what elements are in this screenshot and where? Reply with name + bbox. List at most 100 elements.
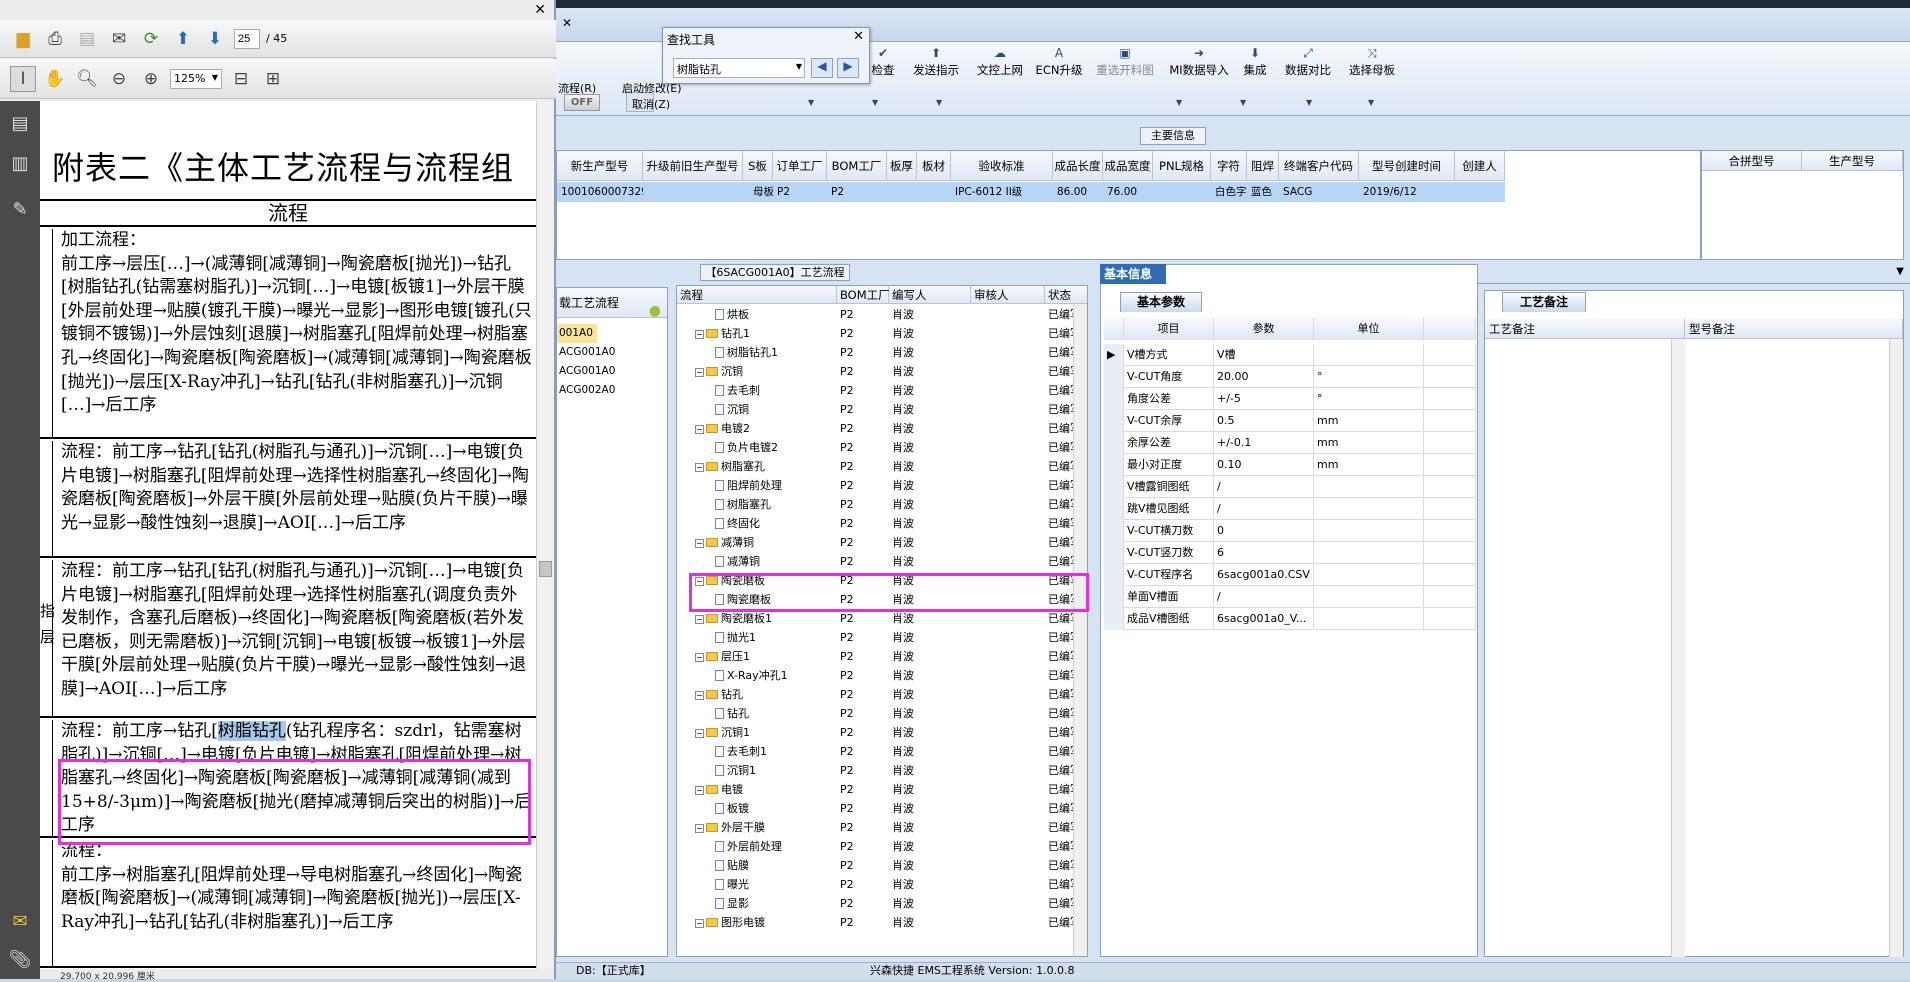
column-header[interactable]: 生产型号 [1802, 151, 1903, 171]
tree-folder[interactable]: − 图形电镀 [695, 913, 765, 932]
grid-cell[interactable]: IPC-6012 II级 [951, 182, 1053, 202]
column-header[interactable]: 工艺备注 [1485, 319, 1685, 339]
collapse-icon[interactable]: − [695, 691, 704, 700]
params-cell[interactable] [1424, 564, 1476, 586]
params-row[interactable]: V-CUT横刀数 0 [1104, 520, 1476, 542]
params-cell[interactable] [1104, 366, 1124, 388]
zoom-in-icon[interactable]: ⊕ [138, 66, 164, 92]
grid-cell[interactable] [1153, 182, 1211, 202]
chevron-down-icon[interactable]: ▼ [872, 98, 878, 107]
params-cell[interactable]: ° [1314, 366, 1424, 388]
list-item[interactable]: ACG001A0 [557, 362, 667, 381]
params-cell[interactable] [1314, 586, 1424, 608]
tree-folder[interactable]: − 减薄铜 [695, 533, 754, 552]
zoom-tool-icon[interactable]: 🔍︎ [74, 66, 100, 92]
params-cell[interactable]: ▶ [1104, 344, 1124, 366]
tree-item[interactable]: 沉铜1 [715, 761, 756, 780]
column-header[interactable]: 验收标准 [951, 151, 1053, 181]
params-cell[interactable]: 余厚公差 [1124, 432, 1214, 454]
params-cell[interactable] [1104, 608, 1124, 630]
collapse-icon[interactable]: − [695, 919, 704, 928]
params-row[interactable]: 跳V槽见图纸 / [1104, 498, 1476, 520]
find-next-button[interactable]: ▶ [837, 58, 859, 78]
params-cell[interactable] [1424, 388, 1476, 410]
flow-button[interactable]: 流程(R) [558, 80, 596, 96]
params-cell[interactable] [1424, 498, 1476, 520]
column-header[interactable]: 新生产型号 [557, 151, 643, 181]
tree-item[interactable]: 沉铜 [715, 400, 749, 419]
tree-row[interactable]: 沉铜1 P2 肖波 已编写 [677, 761, 1077, 780]
collapse-icon[interactable]: − [695, 368, 704, 377]
column-header[interactable]: 状态 [1045, 286, 1087, 304]
tree-row[interactable]: 贴膜 P2 肖波 已编写 [677, 856, 1077, 875]
params-cell[interactable]: V-CUT横刀数 [1124, 520, 1214, 542]
params-cell[interactable]: 单面V槽面 [1124, 586, 1214, 608]
share-icon[interactable]: ⟳ [138, 26, 164, 52]
tree-row[interactable]: 终固化 P2 肖波 已编写 [677, 514, 1077, 533]
tree-item[interactable]: 减薄铜 [715, 552, 760, 571]
params-cell[interactable]: V-CUT竖刀数 [1124, 542, 1214, 564]
page-down-icon[interactable]: ⬇ [202, 26, 228, 52]
params-cell[interactable] [1424, 366, 1476, 388]
tree-scrollbar[interactable] [1073, 304, 1087, 956]
column-header[interactable]: 参数 [1214, 318, 1314, 340]
tree-item[interactable]: 贴膜 [715, 856, 749, 875]
grid-cell[interactable] [643, 182, 743, 202]
tree-item[interactable]: 显影 [715, 894, 749, 913]
integrate-button[interactable]: ⬇ 集成 [1240, 46, 1270, 86]
tree-row[interactable]: − 树脂塞孔 P2 肖波 已编写 [677, 457, 1077, 476]
chevron-down-icon[interactable]: ▼ [1306, 98, 1312, 107]
params-cell[interactable] [1314, 476, 1424, 498]
params-cell[interactable]: V-CUT程序名 [1124, 564, 1214, 586]
params-cell[interactable] [1424, 476, 1476, 498]
params-cell[interactable]: V-CUT角度 [1124, 366, 1214, 388]
bookmarks-icon[interactable]: ▥ [6, 153, 34, 179]
tree-item[interactable]: X-Ray冲孔1 [715, 666, 788, 685]
column-header[interactable]: 编写人 [889, 286, 971, 304]
params-row[interactable]: 成品V槽图纸 6sacg001a0_V... [1104, 608, 1476, 630]
column-header[interactable]: 升级前旧生产型号 [643, 151, 743, 181]
zoom-out-icon[interactable]: ⊖ [106, 66, 132, 92]
params-cell[interactable]: 6 [1214, 542, 1314, 564]
column-header[interactable]: S板 [743, 151, 773, 181]
params-cell[interactable]: mm [1314, 454, 1424, 476]
column-header[interactable]: 成品长度 [1053, 151, 1103, 181]
text-select-icon[interactable]: I [10, 65, 36, 92]
params-cell[interactable]: 跳V槽见图纸 [1124, 498, 1214, 520]
grid-cell[interactable]: 母板 [743, 182, 773, 202]
params-cell[interactable] [1424, 344, 1476, 366]
find-input[interactable]: 树脂钻孔 ▼ [673, 58, 805, 78]
column-header[interactable]: 创建人 [1455, 151, 1505, 181]
chevron-down-icon[interactable]: ▼ [1896, 266, 1904, 277]
tree-folder[interactable]: − 沉铜1 [695, 723, 750, 742]
params-cell[interactable] [1104, 388, 1124, 410]
params-cell[interactable]: V槽 [1214, 344, 1314, 366]
tree-folder[interactable]: − 钻孔1 [695, 324, 750, 343]
tree-row[interactable]: − 层压1 P2 肖波 已编写 [677, 647, 1077, 666]
params-cell[interactable] [1424, 410, 1476, 432]
tab-basic-params[interactable]: 基本参数 [1120, 292, 1202, 312]
tree-item[interactable]: 树脂塞孔 [715, 495, 771, 514]
list-item[interactable]: 001A0 [557, 324, 597, 343]
collapse-icon[interactable]: − [695, 539, 704, 548]
tree-row[interactable]: − 外层干膜 P2 肖波 已编写 [677, 818, 1077, 837]
tree-row[interactable]: 板镀 P2 肖波 已编写 [677, 799, 1077, 818]
collapse-icon[interactable]: − [695, 653, 704, 662]
fit-width-icon[interactable]: ⊞ [260, 66, 286, 92]
column-header[interactable]: BOM工厂 [837, 286, 890, 304]
column-header[interactable]: 终端客户代码 [1279, 151, 1359, 181]
signature-icon[interactable]: ✎ [6, 199, 34, 225]
params-cell[interactable]: V-CUT余厚 [1124, 410, 1214, 432]
params-cell[interactable] [1314, 344, 1424, 366]
pages-icon[interactable]: ▤ [6, 113, 34, 139]
tree-row[interactable]: 沉铜 P2 肖波 已编写 [677, 400, 1077, 419]
params-cell[interactable]: / [1214, 586, 1314, 608]
close-tab-icon[interactable]: ✕ [562, 16, 572, 30]
tree-item[interactable]: 树脂钻孔1 [715, 343, 778, 362]
tree-item[interactable]: 钻孔 [715, 704, 749, 723]
chevron-down-icon[interactable]: ▼ [796, 62, 802, 71]
save-icon[interactable]: ▤ [74, 26, 100, 52]
column-header[interactable]: PNL规格 [1153, 151, 1211, 181]
tree-row[interactable]: − 沉铜1 P2 肖波 已编写 [677, 723, 1077, 742]
tree-item[interactable]: 烘板 [715, 305, 749, 324]
